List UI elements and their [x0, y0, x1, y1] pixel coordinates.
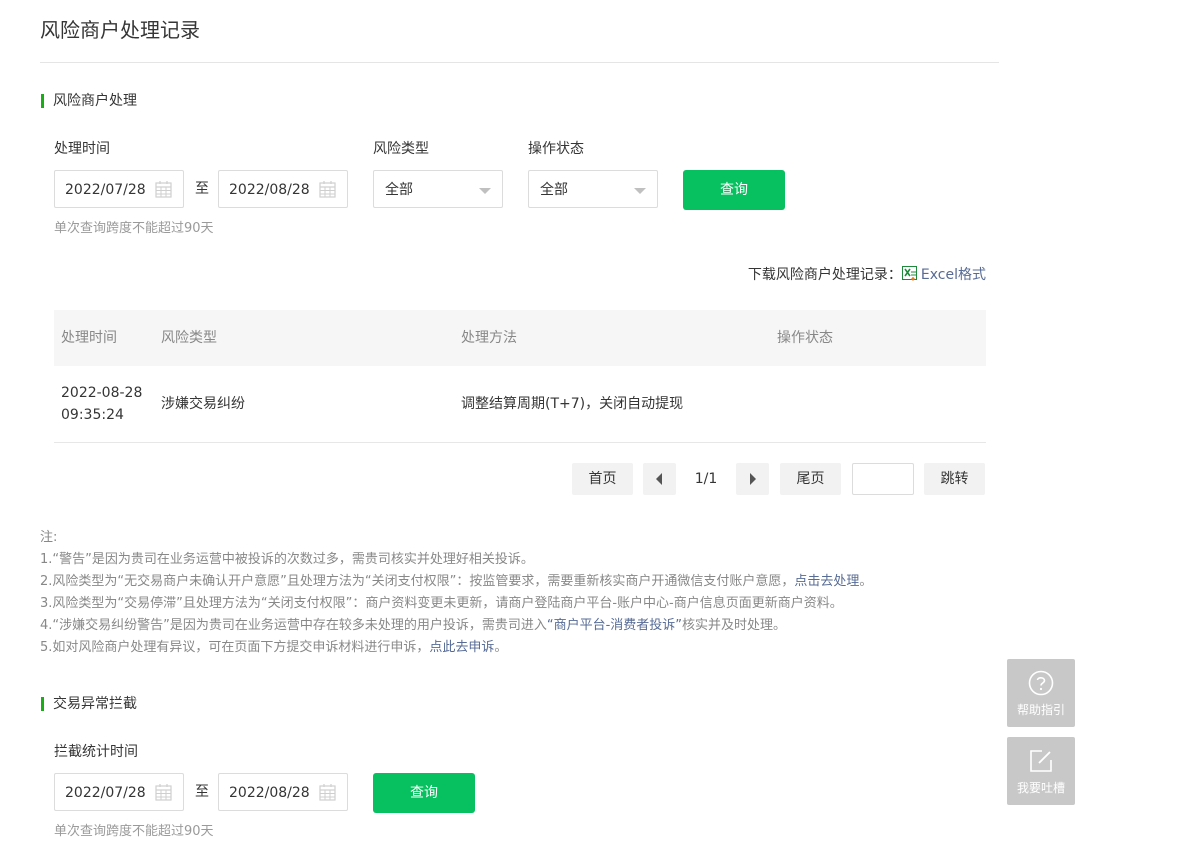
status-label: 操作状态 [528, 141, 584, 157]
edit-icon [1030, 750, 1052, 772]
calendar-icon [319, 181, 336, 198]
column-header-status: 操作状态 [777, 330, 833, 346]
column-header-time: 处理时间 [61, 330, 117, 346]
chevron-right-icon [750, 473, 756, 485]
page-info: 1/1 [694, 471, 718, 487]
table-header: 处理时间 风险类型 处理方法 操作状态 [54, 310, 986, 366]
download-records: 下载风险商户处理记录： Excel格式 [748, 266, 986, 284]
notes-heading: 注: [40, 530, 58, 545]
note-line-5-end: 。 [494, 640, 508, 655]
section-title-transaction-interception: 交易异常拦截 [41, 696, 137, 712]
calendar-icon [155, 181, 172, 198]
end-date-input[interactable]: 2022/08/28 [218, 170, 348, 208]
interception-time-label: 拦截统计时间 [54, 744, 138, 760]
start-date-value: 2022/07/28 [65, 182, 146, 198]
query-button[interactable]: 查询 [683, 170, 785, 210]
calendar-icon [155, 784, 172, 801]
table-row: 2022-08-28 09:35:24 涉嫌交易纠纷 调整结算周期(T+7)，关… [54, 366, 986, 443]
first-page-button[interactable]: 首页 [572, 463, 633, 495]
consumer-complaint-link[interactable]: “商户平台-消费者投诉” [547, 618, 682, 633]
risk-type-value: 全部 [385, 182, 413, 198]
note-line-4-end: 核实并及时处理。 [682, 618, 787, 633]
note-line-5: 5.如对风险商户处理有异议，可在页面下方提交申诉材料进行申诉，点此去申诉。 [40, 637, 872, 659]
note-line-2-text: 2.风险类型为“无交易商户未确认开户意愿”且处理方法为“关闭支付权限”：按监管要… [40, 574, 795, 589]
question-circle-icon [1028, 670, 1054, 696]
page-title: 风险商户处理记录 [40, 18, 200, 42]
cell-method: 调整结算周期(T+7)，关闭自动提现 [461, 396, 684, 412]
column-header-method: 处理方法 [461, 330, 517, 346]
end-date-value: 2022/08/28 [229, 182, 310, 198]
calendar-icon [319, 784, 336, 801]
appeal-link[interactable]: 点此去申诉 [429, 640, 494, 655]
download-label: 下载风险商户处理记录： [747, 267, 902, 283]
start-date-input[interactable]: 2022/07/28 [54, 170, 184, 208]
interception-date-hint: 单次查询跨度不能超过90天 [54, 824, 214, 839]
excel-download-link[interactable]: Excel格式 [921, 267, 986, 283]
interception-start-date-value: 2022/07/28 [65, 785, 146, 801]
chevron-left-icon [656, 473, 662, 485]
last-page-button[interactable]: 尾页 [780, 463, 841, 495]
note-line-2: 2.风险类型为“无交易商户未确认开户意愿”且处理方法为“关闭支付权限”：按监管要… [40, 571, 872, 593]
note-line-4-text: 4.“涉嫌交易纠纷警告”是因为贵司在业务运营中存在较多未处理的用户投诉，需贵司进… [40, 618, 547, 633]
interception-date-separator: 至 [195, 784, 209, 800]
excel-icon [901, 266, 917, 281]
interception-end-date-input[interactable]: 2022/08/28 [218, 773, 348, 811]
feedback-label: 我要吐槽 [1016, 781, 1065, 795]
cell-risk-type: 涉嫌交易纠纷 [161, 396, 245, 412]
risk-type-select[interactable]: 全部 [373, 170, 503, 208]
dropdown-arrow-icon [634, 188, 646, 194]
note-line-3: 3.风险类型为“交易停滞”且处理方法为“关闭支付权限”：商户资料变更未更新，请商… [40, 596, 843, 611]
feedback-button[interactable]: 我要吐槽 [1007, 737, 1075, 805]
section-title-risk-handling: 风险商户处理 [41, 93, 137, 109]
help-guide-button[interactable]: 帮助指引 [1007, 659, 1075, 727]
interception-start-date-input[interactable]: 2022/07/28 [54, 773, 184, 811]
dropdown-arrow-icon [479, 188, 491, 194]
help-guide-label: 帮助指引 [1016, 703, 1065, 717]
note-line-1: 1.“警告”是因为贵司在业务运营中被投诉的次数过多，需贵司核实并处理好相关投诉。 [40, 552, 534, 567]
column-header-risk-type: 风险类型 [161, 330, 217, 346]
note-line-2-end: 。 [859, 574, 873, 589]
jump-button[interactable]: 跳转 [924, 463, 985, 495]
interception-query-button[interactable]: 查询 [373, 773, 475, 813]
interception-end-date-value: 2022/08/28 [229, 785, 310, 801]
prev-page-button[interactable] [643, 463, 676, 495]
risk-type-label: 风险类型 [373, 141, 429, 157]
note-line-5-text: 5.如对风险商户处理有异议，可在页面下方提交申诉材料进行申诉， [40, 640, 430, 655]
title-divider [40, 62, 999, 63]
time-label: 处理时间 [54, 141, 110, 157]
status-select[interactable]: 全部 [528, 170, 658, 208]
cell-time: 2022-08-28 09:35:24 [61, 385, 143, 423]
notes-block: 注: 1.“警告”是因为贵司在业务运营中被投诉的次数过多，需贵司核实并处理好相关… [40, 527, 872, 659]
note-line-4: 4.“涉嫌交易纠纷警告”是因为贵司在业务运营中存在较多未处理的用户投诉，需贵司进… [40, 615, 872, 637]
date-range-separator: 至 [195, 181, 209, 197]
risk-records-table: 处理时间 风险类型 处理方法 操作状态 2022-08-28 09:35:24 … [54, 310, 986, 443]
date-range-hint: 单次查询跨度不能超过90天 [54, 221, 214, 236]
handle-link[interactable]: 点击去处理 [794, 574, 859, 589]
next-page-button[interactable] [736, 463, 769, 495]
page-number-input[interactable] [852, 463, 914, 495]
status-value: 全部 [540, 182, 568, 198]
